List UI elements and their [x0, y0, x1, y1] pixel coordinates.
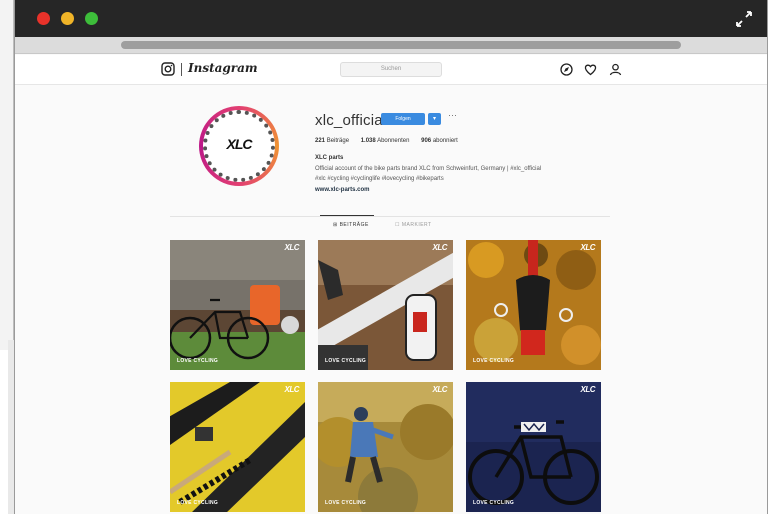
- compass-icon[interactable]: [560, 63, 573, 76]
- love-cycling-tag: LOVE CYCLING: [325, 500, 367, 506]
- love-cycling-tag: LOVE CYCLING: [177, 358, 219, 364]
- instagram-camera-icon[interactable]: [161, 62, 175, 76]
- profile-section: XLC xlc_official Folgen ▾ ··· 221 Beiträ…: [15, 86, 767, 236]
- bio-description: Official account of the bike parts brand…: [315, 166, 542, 172]
- post-thumbnail[interactable]: XLC LOVE CYCLING: [170, 382, 305, 512]
- brand-watermark: XLC: [284, 243, 300, 252]
- follow-dropdown-button[interactable]: ▾: [428, 113, 441, 125]
- posts-grid: XLC LOVE CYCLING XLC LOVE CYCLING XLC LO…: [170, 240, 605, 514]
- followers-label: Abonnenten: [377, 138, 410, 144]
- instagram-header: Instagram Suchen: [15, 55, 767, 85]
- stat-following[interactable]: 906 abonniert: [421, 138, 458, 144]
- love-cycling-tag: LOVE CYCLING: [325, 358, 367, 364]
- url-field[interactable]: [121, 41, 681, 49]
- tabs-divider: [170, 216, 610, 217]
- close-window-button[interactable]: [37, 12, 50, 25]
- user-icon[interactable]: [609, 63, 622, 76]
- maximize-window-button[interactable]: [85, 12, 98, 25]
- post-thumbnail[interactable]: XLC LOVE CYCLING: [466, 382, 601, 512]
- profile-username: xlc_official: [315, 112, 387, 129]
- tab-posts[interactable]: ⊞ BEITRÄGE: [333, 222, 369, 228]
- instagram-wordmark[interactable]: Instagram: [188, 61, 258, 75]
- title-bar: [15, 0, 767, 37]
- followers-count: 1.038: [360, 138, 376, 144]
- screen: Instagram Suchen XLC xlc_official Folgen…: [0, 0, 775, 514]
- bio-website-link[interactable]: www.xlc-parts.com: [315, 187, 369, 193]
- post-image: [318, 240, 453, 370]
- following-label: abonniert: [432, 138, 458, 144]
- logo-divider: [181, 63, 182, 76]
- stat-posts: 221 Beiträge: [315, 138, 349, 144]
- profile-stats: 221 Beiträge 1.038 Abonnenten 906 abonni…: [315, 138, 468, 144]
- posts-label: Beiträge: [326, 138, 350, 144]
- post-image: [170, 240, 305, 370]
- tab-tagged[interactable]: ☐ MARKIERT: [395, 222, 432, 228]
- stat-followers[interactable]: 1.038 Abonnenten: [361, 138, 410, 144]
- post-image: [466, 240, 601, 370]
- brand-watermark: XLC: [432, 385, 448, 394]
- post-thumbnail[interactable]: XLC LOVE CYCLING: [318, 240, 453, 370]
- post-image: [466, 382, 601, 512]
- post-thumbnail[interactable]: XLC LOVE CYCLING: [170, 240, 305, 370]
- post-image: [170, 382, 305, 512]
- love-cycling-tag: LOVE CYCLING: [473, 500, 515, 506]
- post-image: [318, 382, 453, 512]
- minimize-window-button[interactable]: [61, 12, 74, 25]
- fullscreen-icon[interactable]: [735, 10, 753, 28]
- background-page: [0, 0, 14, 350]
- browser-window: Instagram Suchen XLC xlc_official Folgen…: [14, 0, 768, 514]
- brand-watermark: XLC: [580, 243, 596, 252]
- bio-name: XLC parts: [315, 155, 344, 161]
- follow-button[interactable]: Folgen: [381, 113, 425, 125]
- active-tab-indicator: [320, 215, 374, 216]
- brand-watermark: XLC: [580, 385, 596, 394]
- avatar-logo: XLC: [226, 136, 253, 152]
- brand-watermark: XLC: [432, 243, 448, 252]
- posts-count: 221: [315, 138, 326, 144]
- brand-watermark: XLC: [284, 385, 300, 394]
- post-thumbnail[interactable]: XLC LOVE CYCLING: [466, 240, 601, 370]
- more-options-button[interactable]: ···: [448, 110, 457, 120]
- bio-hashtags[interactable]: #xlc #cycling #cyclinglife #lovecycling …: [315, 176, 444, 182]
- search-input[interactable]: Suchen: [340, 62, 442, 77]
- address-bar: [15, 37, 767, 54]
- heart-icon[interactable]: [584, 63, 597, 76]
- post-thumbnail[interactable]: XLC LOVE CYCLING: [318, 382, 453, 512]
- love-cycling-tag: LOVE CYCLING: [177, 500, 219, 506]
- following-count: 906: [421, 138, 432, 144]
- love-cycling-tag: LOVE CYCLING: [473, 358, 515, 364]
